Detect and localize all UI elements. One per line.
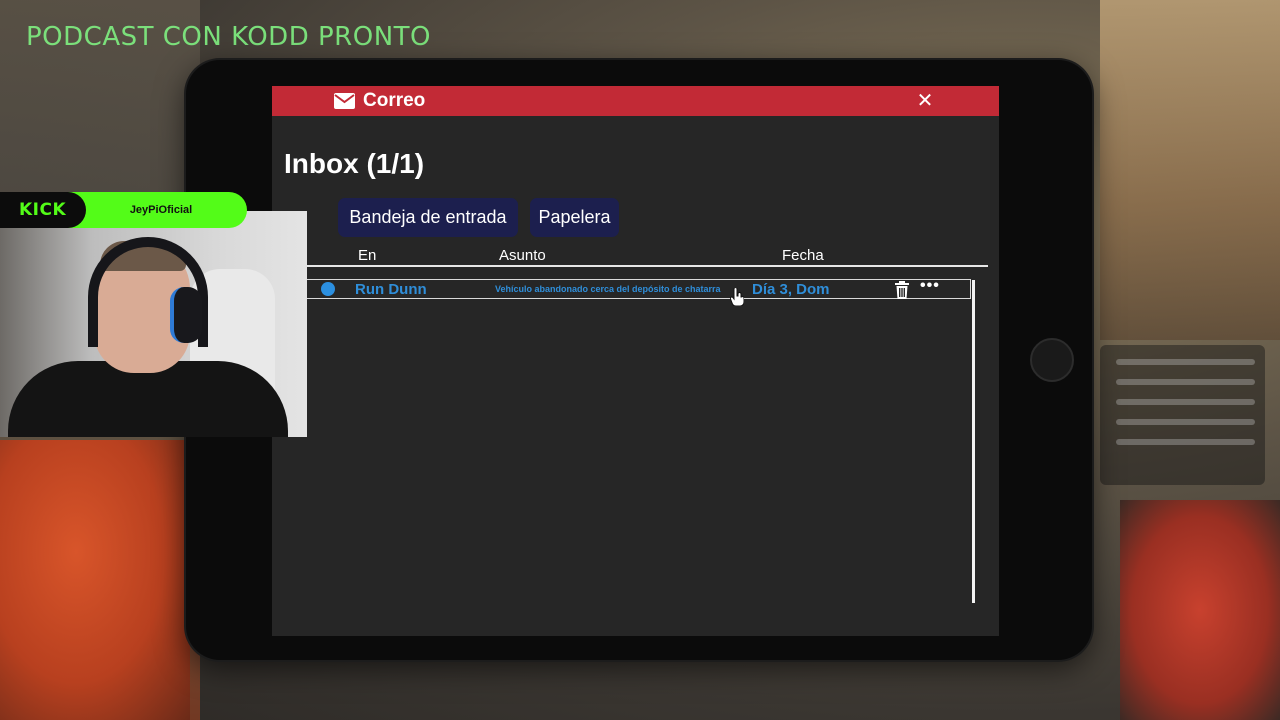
column-header-from: En <box>358 247 377 264</box>
more-dots-icon[interactable]: ••• <box>920 277 940 295</box>
tablet-home-button[interactable] <box>1030 338 1074 382</box>
streamer-username: JeyPiOficial <box>129 204 193 216</box>
kick-logo: KICK <box>0 192 86 228</box>
mail-app: Correo ✕ Inbox (1/1) Bandeja de entrada … <box>272 86 999 636</box>
close-icon[interactable]: ✕ <box>915 91 935 111</box>
email-sender: Run Dunn <box>355 281 427 298</box>
kick-logo-text: KICK <box>19 200 67 220</box>
streamer-badge: KICK JeyPiOficial <box>0 192 247 228</box>
game-background-right <box>1100 0 1280 340</box>
tab-inbox[interactable]: Bandeja de entrada <box>338 198 518 237</box>
email-row[interactable]: Run Dunn Vehículo abandonado cerca del d… <box>306 277 971 299</box>
envelope-icon <box>334 93 355 109</box>
trash-icon[interactable] <box>894 281 910 299</box>
unread-dot-icon <box>321 282 335 296</box>
hand-cursor-icon <box>730 288 744 306</box>
list-scrollbar[interactable] <box>972 280 975 603</box>
tab-trash[interactable]: Papelera <box>530 198 619 237</box>
app-titlebar: Correo ✕ <box>272 86 999 116</box>
game-background-car <box>0 440 190 720</box>
webcam-feed <box>0 211 307 437</box>
email-date: Día 3, Dom <box>752 281 830 298</box>
column-header-date: Fecha <box>782 247 824 264</box>
game-background-object <box>1120 500 1280 720</box>
game-hud-menu <box>1100 345 1265 485</box>
column-header-subject: Asunto <box>499 247 546 264</box>
stream-title: PODCAST CON KODD PRONTO <box>26 22 431 52</box>
page-title: Inbox (1/1) <box>284 148 425 179</box>
email-subject: Vehículo abandonado cerca del depósito d… <box>495 284 721 294</box>
app-title: Correo <box>363 90 426 111</box>
header-divider <box>306 265 988 267</box>
